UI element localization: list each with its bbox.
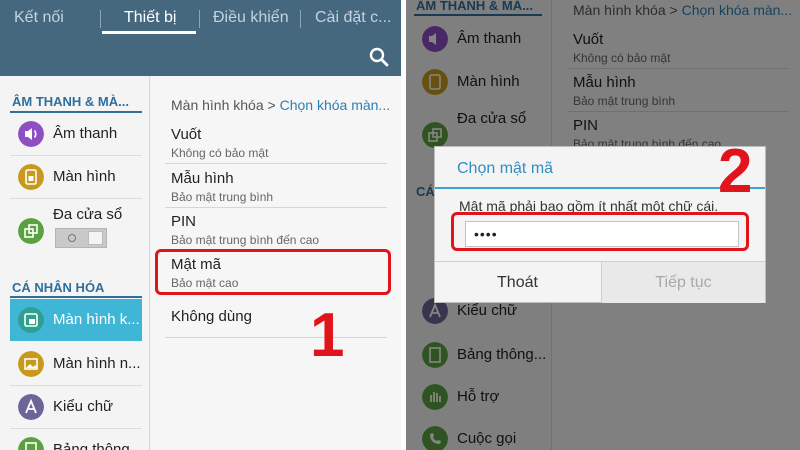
- option-pattern[interactable]: Mẫu hình Bảo mật trung bình: [171, 170, 391, 204]
- settings-sidebar: ÂM THANH & MÀ... Âm thanh Màn hình Đa cử…: [0, 76, 150, 450]
- dialog-button-bar: Thoát Tiếp tục: [435, 261, 765, 303]
- password-input-highlight: [451, 212, 749, 251]
- top-bar: Kết nối Thiết bị Điều khiển Cài đặt c...: [0, 0, 401, 76]
- speaker-icon: [18, 121, 44, 147]
- sidebar-item-sound[interactable]: Âm thanh: [10, 113, 142, 155]
- option-swipe[interactable]: Vuốt Không có bảo mật: [171, 126, 391, 160]
- sidebar-item-label: Màn hình n...: [53, 355, 141, 372]
- breadcrumb-parent[interactable]: Màn hình khóa: [171, 97, 264, 113]
- toggle-knob: [88, 231, 103, 245]
- lock-screen-icon: [18, 307, 44, 333]
- dialog-title: Chọn mật mã: [457, 160, 554, 177]
- sidebar-item-label: Kiểu chữ: [53, 398, 114, 415]
- tab-controls[interactable]: Điều khiển: [213, 9, 289, 27]
- multi-window-icon: [18, 218, 44, 244]
- sidebar-item-label: Âm thanh: [53, 125, 118, 142]
- step-number-1: 1: [310, 301, 345, 370]
- sidebar-item-label: Đa cửa sổ: [53, 206, 123, 223]
- settings-screen-left: Kết nối Thiết bị Điều khiển Cài đặt c...…: [0, 0, 401, 450]
- sidebar-item-notification-panel[interactable]: Bảng thông...: [10, 429, 142, 450]
- section-header-personalization: CÁ NHÂN HÓA: [12, 280, 105, 295]
- font-icon: [18, 394, 44, 420]
- multi-window-toggle[interactable]: [55, 228, 107, 248]
- tab-connections[interactable]: Kết nối: [14, 9, 64, 27]
- divider: [165, 163, 387, 164]
- option-title: Vuốt: [171, 126, 202, 143]
- tab-general-settings[interactable]: Cài đặt c...: [315, 9, 391, 27]
- continue-button[interactable]: Tiếp tục: [601, 262, 765, 303]
- sidebar-item-label: Màn hình k...: [53, 311, 140, 328]
- tab-device[interactable]: Thiết bị: [124, 9, 176, 27]
- section-header-sound-display: ÂM THANH & MÀ...: [12, 94, 129, 109]
- password-option-highlight: [155, 249, 391, 295]
- tab-separator: [100, 10, 101, 28]
- option-pin[interactable]: PIN Bảo mật trung bình đến cao: [171, 213, 391, 247]
- sidebar-item-font[interactable]: Kiểu chữ: [10, 386, 142, 428]
- sidebar-item-display[interactable]: Màn hình: [10, 156, 142, 198]
- option-none[interactable]: Không dùng: [171, 308, 391, 325]
- option-subtitle: Không có bảo mật: [171, 146, 269, 160]
- tutorial-composite: Kết nối Thiết bị Điều khiển Cài đặt c...…: [0, 0, 800, 450]
- search-button[interactable]: [366, 44, 392, 70]
- option-title: Mẫu hình: [171, 170, 234, 187]
- option-subtitle: Bảo mật trung bình: [171, 190, 274, 204]
- display-icon: [18, 164, 44, 190]
- option-title: PIN: [171, 213, 197, 230]
- dialog-title-rule: [435, 187, 765, 189]
- sidebar-item-label: Bảng thông...: [53, 441, 141, 450]
- wallpaper-icon: [18, 351, 44, 377]
- sidebar-item-label: Màn hình: [53, 168, 116, 185]
- step-number-2: 2: [718, 137, 753, 206]
- section-rule: [10, 296, 142, 298]
- breadcrumb: Màn hình khóa > Chọn khóa màn...: [171, 97, 390, 113]
- cancel-button[interactable]: Thoát: [435, 262, 600, 303]
- breadcrumb-separator: >: [267, 97, 280, 113]
- search-icon: [369, 47, 389, 67]
- sidebar-item-lock-screen[interactable]: Màn hình k...: [10, 299, 142, 341]
- divider: [10, 198, 142, 199]
- breadcrumb-current: Chọn khóa màn...: [279, 97, 391, 113]
- tab-strip: Kết nối Thiết bị Điều khiển Cài đặt c...: [0, 0, 401, 36]
- toggle-off-mark: [68, 234, 76, 242]
- sidebar-item-wallpaper[interactable]: Màn hình n...: [10, 343, 142, 385]
- tab-separator: [300, 10, 301, 28]
- tab-separator: [199, 10, 200, 28]
- divider: [165, 207, 387, 208]
- active-tab-indicator: [102, 31, 196, 34]
- option-title: Không dùng: [171, 308, 252, 325]
- notification-panel-icon: [18, 437, 44, 450]
- option-subtitle: Bảo mật trung bình đến cao: [171, 233, 320, 247]
- divider: [165, 337, 387, 338]
